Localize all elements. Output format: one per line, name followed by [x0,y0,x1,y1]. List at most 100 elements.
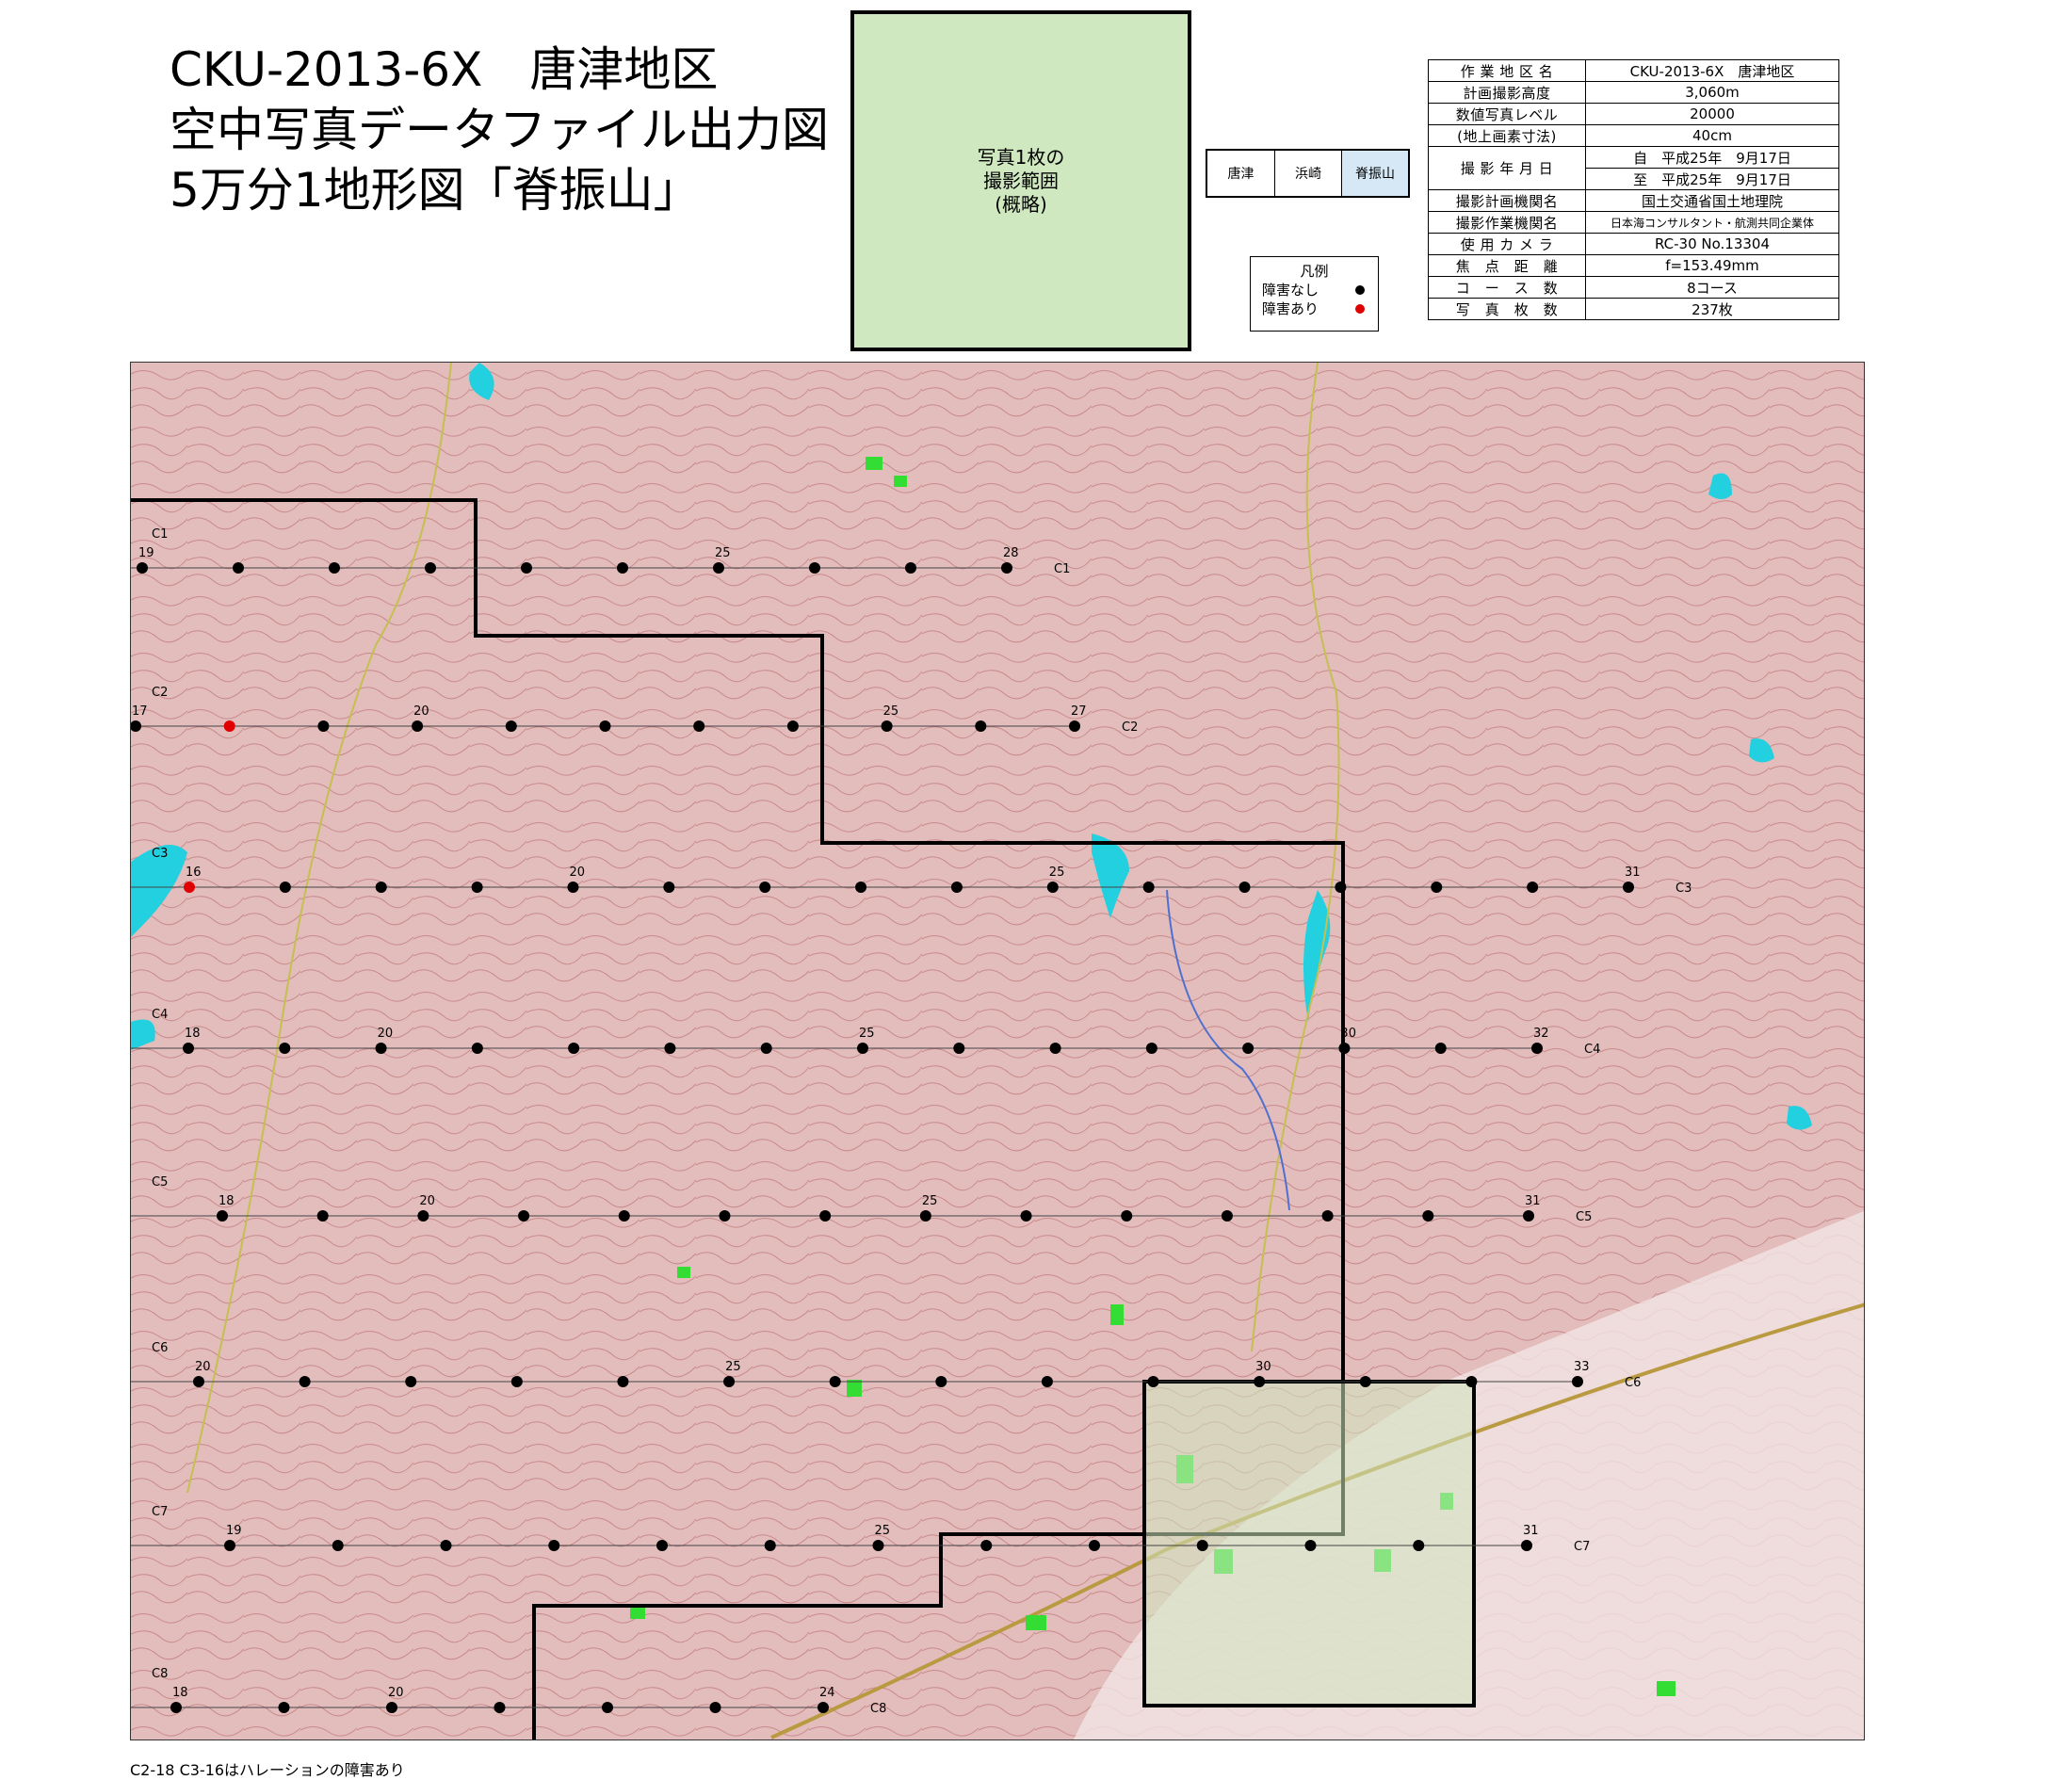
photo-point[interactable] [217,1210,228,1222]
photo-point[interactable] [905,562,916,574]
photo-point[interactable] [1046,882,1059,893]
photo-point[interactable] [521,562,532,574]
photo-point[interactable] [764,1540,776,1551]
photo-point[interactable] [950,882,963,893]
photo-point[interactable] [829,1376,841,1387]
photo-point[interactable] [471,882,483,893]
photo-point[interactable] [471,1043,483,1054]
photo-point[interactable] [440,1540,452,1551]
photo-point[interactable] [1041,1376,1053,1387]
photo-point[interactable] [1572,1376,1583,1387]
photo-point[interactable] [518,1210,530,1222]
map-canvas[interactable]: C1 C1 19 25 28 C2 C2 17 20 25 27 C3 C3 16 20 25 31 C4 C4 18… [131,363,1865,1740]
photo-point[interactable] [935,1376,947,1387]
photo-point[interactable] [1422,1210,1434,1222]
photo-point[interactable] [1147,1376,1159,1387]
photo-point[interactable] [170,1702,182,1713]
photo-point[interactable] [1001,562,1012,574]
photo-point[interactable] [1238,882,1251,893]
photo-point[interactable] [855,882,867,893]
photo-point[interactable] [224,1540,235,1551]
photo-point[interactable] [759,882,771,893]
photo-point[interactable] [819,1210,832,1222]
photo-point[interactable] [1196,1540,1208,1551]
photo-point[interactable] [975,720,987,732]
photo-point[interactable] [809,562,820,574]
photo-point[interactable] [137,562,148,574]
photo-point[interactable] [786,720,799,732]
photo-point[interactable] [1221,1210,1233,1222]
photo-point[interactable] [299,1376,311,1387]
photo-point[interactable] [1121,1210,1133,1222]
photo-point[interactable] [817,1702,829,1713]
photo-point[interactable] [505,720,517,732]
photo-point[interactable] [548,1540,560,1551]
photo-point[interactable] [329,562,340,574]
photo-point[interactable] [1531,1043,1543,1054]
photo-point[interactable] [1242,1043,1255,1054]
photo-point[interactable] [872,1540,884,1551]
photo-point[interactable] [919,1210,931,1222]
photo-point[interactable] [317,720,330,732]
photo-point[interactable] [316,1210,329,1222]
photo-point[interactable] [1623,882,1634,893]
photo-point[interactable] [425,562,436,574]
photo-point[interactable] [663,882,675,893]
photo-point[interactable] [1069,720,1080,732]
photo-point[interactable] [953,1043,965,1054]
photo-point[interactable] [1089,1540,1100,1551]
photo-point[interactable] [1434,1043,1447,1054]
photo-point[interactable] [709,1702,721,1713]
photo-point[interactable] [1254,1376,1266,1387]
photo-point[interactable] [510,1376,523,1387]
photo-point[interactable] [405,1376,417,1387]
photo-point[interactable] [617,1376,629,1387]
photo-point[interactable] [760,1043,772,1054]
photo-point[interactable] [494,1702,506,1713]
photo-point[interactable] [656,1540,668,1551]
photo-point[interactable] [1304,1540,1317,1551]
photo-point[interactable] [1521,1540,1532,1551]
photo-point[interactable] [193,1376,204,1387]
photo-point[interactable] [599,720,611,732]
photo-point[interactable] [1142,882,1155,893]
photo-point[interactable] [279,882,291,893]
photo-point[interactable] [375,882,387,893]
photo-point[interactable] [567,882,579,893]
photo-point[interactable] [375,1043,387,1054]
photo-point[interactable] [719,1210,731,1222]
photo-point[interactable] [1431,882,1443,893]
photo-point[interactable] [1413,1540,1425,1551]
photo-point[interactable] [618,1210,630,1222]
photo-point[interactable] [857,1043,868,1054]
photo-point[interactable] [233,562,244,574]
photo-point[interactable] [617,562,628,574]
photo-point[interactable] [1359,1376,1371,1387]
topographic-map[interactable]: C1 C1 19 25 28 C2 C2 17 20 25 27 C3 C3 16 20 25 31 C4 C4 18… [130,362,1865,1740]
photo-point[interactable] [568,1043,580,1054]
photo-point[interactable] [1338,1043,1351,1054]
photo-point[interactable] [1465,1376,1478,1387]
photo-point[interactable] [278,1702,290,1713]
photo-point[interactable] [1523,1210,1534,1222]
photo-point-obstruction[interactable] [223,720,235,732]
photo-point[interactable] [417,1210,429,1222]
photo-point[interactable] [602,1702,613,1713]
photo-point[interactable] [1321,1210,1334,1222]
photo-point[interactable] [664,1043,676,1054]
photo-point[interactable] [332,1540,344,1551]
photo-point[interactable] [1049,1043,1061,1054]
photo-point[interactable] [723,1376,736,1387]
photo-point[interactable] [881,720,893,732]
photo-point[interactable] [183,1043,194,1054]
photo-point[interactable] [1020,1210,1032,1222]
photo-point[interactable] [713,562,724,574]
photo-point-obstruction[interactable] [184,882,195,893]
photo-point[interactable] [279,1043,291,1054]
photo-point[interactable] [1145,1043,1157,1054]
photo-point[interactable] [980,1540,993,1551]
photo-point[interactable] [1335,882,1347,893]
photo-point[interactable] [412,720,424,732]
photo-point[interactable] [693,720,705,732]
photo-point[interactable] [1527,882,1539,893]
